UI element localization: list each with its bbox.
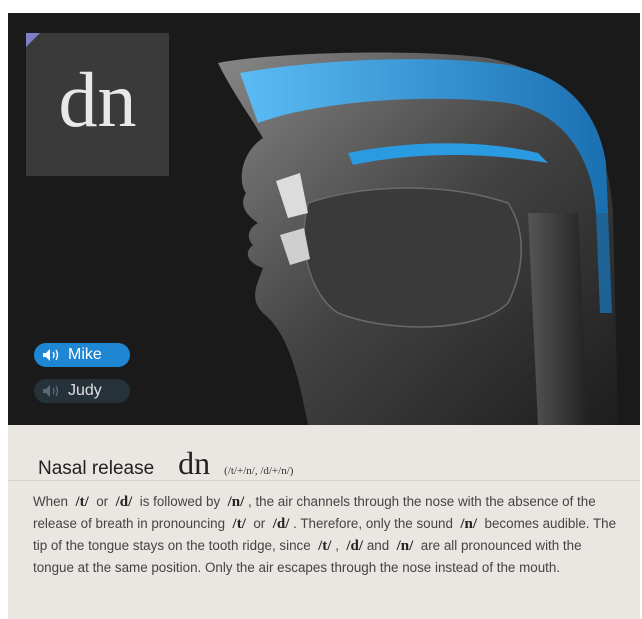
- tongue: [303, 187, 522, 328]
- phoneme-d: /d/: [115, 494, 133, 510]
- phoneme-t: /t/: [232, 516, 246, 532]
- speaker-icon: [43, 385, 59, 397]
- voice-button-judy[interactable]: Judy: [34, 379, 130, 403]
- phoneme-d: /d/: [346, 538, 364, 554]
- description-text: When /t/ or /d/ is followed by /n/ , the…: [33, 491, 623, 579]
- voice-label-mike: Mike: [68, 346, 102, 363]
- voice-label-judy: Judy: [68, 382, 102, 399]
- phoneme-n: /n/: [396, 538, 414, 554]
- desc-text: and: [366, 538, 390, 553]
- desc-text: ,: [335, 538, 339, 553]
- desc-text: is followed by: [139, 494, 221, 509]
- desc-text: or: [253, 516, 266, 531]
- phoneme-symbol: dn: [178, 445, 211, 481]
- ipa-notation: (/t/+/n/, /d/+/n/): [224, 465, 294, 477]
- info-heading: Nasal release dn (/t/+/n/, /d/+/n/): [38, 445, 293, 482]
- phoneme-t: /t/: [318, 538, 332, 554]
- phoneme-symbol-card: dn: [26, 33, 169, 176]
- throat: [528, 213, 588, 425]
- phoneme-d: /d/: [272, 516, 290, 532]
- phoneme-glyph: dn: [58, 56, 137, 143]
- articulation-stage: dn Mike Judy: [8, 13, 640, 425]
- desc-text: When: [33, 494, 68, 509]
- desc-text: . Therefore, only the sound: [293, 516, 453, 531]
- divider: [8, 480, 640, 481]
- phoneme-n: /n/: [460, 516, 478, 532]
- page-title: Nasal release: [38, 458, 155, 479]
- desc-text: or: [96, 494, 109, 509]
- phoneme-t: /t/: [75, 494, 89, 510]
- corner-marker: [26, 33, 40, 47]
- speaker-icon: [43, 349, 59, 361]
- voice-button-mike[interactable]: Mike: [34, 343, 130, 367]
- phoneme-n: /n/: [227, 494, 245, 510]
- info-panel: Nasal release dn (/t/+/n/, /d/+/n/) When…: [8, 425, 640, 619]
